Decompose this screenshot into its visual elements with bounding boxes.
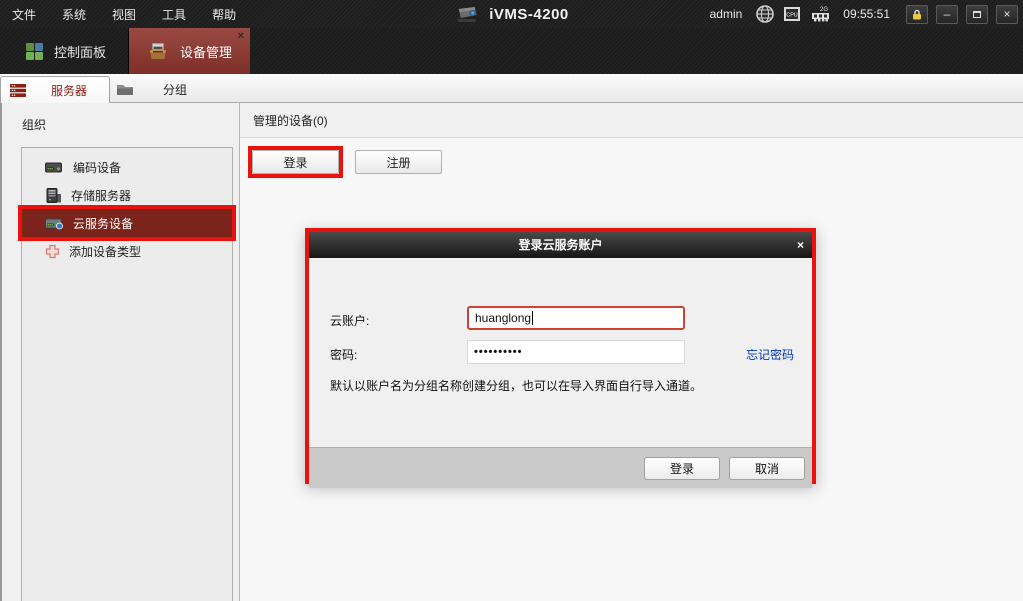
- password-input[interactable]: ••••••••••: [467, 340, 685, 364]
- cloud-account-value: huanglong: [475, 311, 531, 325]
- tab-device-management-label: 设备管理: [180, 42, 232, 61]
- maximize-button[interactable]: [966, 5, 988, 24]
- text-caret: [532, 311, 533, 325]
- tab-device-management[interactable]: 设备管理 ×: [129, 28, 250, 74]
- tab-control-panel-label: 控制面板: [54, 42, 106, 61]
- camera-icon: [454, 5, 480, 23]
- tree-item-label: 存储服务器: [71, 187, 131, 204]
- cloud-account-input[interactable]: huanglong: [467, 306, 685, 330]
- lock-icon: [912, 9, 922, 20]
- server-icon: [9, 83, 27, 98]
- menu-view[interactable]: 视图: [112, 6, 136, 23]
- cpu-usage-icon[interactable]: CPU: [782, 5, 802, 23]
- tab-control-panel[interactable]: 控制面板: [0, 28, 129, 74]
- tab-server-label: 服务器: [51, 82, 87, 99]
- network-globe-icon[interactable]: [756, 5, 774, 23]
- tree-item-add-device-type[interactable]: 添加设备类型: [22, 237, 232, 265]
- organization-panel: 组织 编码设备: [2, 103, 240, 601]
- menu-file[interactable]: 文件: [12, 6, 36, 23]
- svg-text:CPU: CPU: [787, 13, 798, 19]
- menu-tools[interactable]: 工具: [162, 6, 186, 23]
- annotation-box-login: 登录: [248, 146, 343, 178]
- device-management-icon: [147, 40, 169, 62]
- forgot-password-link[interactable]: 忘记密码: [746, 346, 794, 363]
- dialog-title: 登录云服务账户: [518, 238, 602, 252]
- dialog-login-button[interactable]: 登录: [644, 457, 720, 480]
- app-logo-area: iVMS-4200: [454, 5, 569, 23]
- menu-system[interactable]: 系统: [62, 6, 86, 23]
- clock: 09:55:51: [843, 7, 890, 21]
- tree-item-cloud-device[interactable]: 云服务设备: [22, 209, 232, 237]
- cloud-login-button[interactable]: 登录: [252, 150, 339, 174]
- menubar: 文件 系统 视图 工具 帮助: [0, 6, 236, 23]
- tree-item-label: 添加设备类型: [69, 243, 141, 260]
- encoding-device-icon: [45, 161, 64, 174]
- titlebar-status: admin CPU 2G: [710, 5, 1023, 24]
- dialog-close-icon[interactable]: ×: [797, 232, 804, 258]
- password-label: 密码:: [330, 346, 357, 363]
- organization-header: 组织: [2, 103, 239, 133]
- dialog-body: 云账户: huanglong 密码: •••••••••• 忘记密码 默认以账户…: [309, 258, 812, 447]
- tab-close-icon[interactable]: ×: [238, 31, 244, 41]
- cloud-account-label: 云账户:: [330, 312, 369, 329]
- minimize-icon: –: [944, 6, 951, 22]
- device-type-tree: 编码设备 存储服务器: [21, 147, 233, 601]
- folder-icon: [116, 82, 135, 97]
- ram-usage-icon[interactable]: 2G: [810, 5, 831, 23]
- lock-button[interactable]: [906, 5, 928, 24]
- minimize-button[interactable]: –: [936, 5, 958, 24]
- app-window: 文件 系统 视图 工具 帮助 iVMS-4200 admin: [0, 0, 1023, 601]
- svg-text:2G: 2G: [820, 7, 828, 13]
- managed-devices-header: 管理的设备(0): [240, 103, 1023, 138]
- tab-server[interactable]: 服务器: [0, 76, 110, 103]
- close-button[interactable]: ×: [996, 5, 1018, 24]
- tab-group-label: 分组: [163, 81, 187, 98]
- tree-item-label: 云服务设备: [73, 215, 133, 232]
- maximize-icon: [973, 11, 981, 18]
- cloud-device-icon: [45, 217, 64, 230]
- main-tabbar: 控制面板 设备管理 ×: [0, 28, 1023, 74]
- storage-server-icon: [45, 188, 62, 203]
- close-icon: ×: [1003, 6, 1010, 22]
- current-user: admin: [710, 7, 743, 21]
- dialog-titlebar: 登录云服务账户 ×: [309, 232, 812, 258]
- cloud-register-button[interactable]: 注册: [355, 150, 442, 174]
- dialog-footer: 登录 取消: [309, 447, 812, 488]
- tab-group[interactable]: 分组: [112, 76, 242, 103]
- cloud-login-dialog: 登录云服务账户 × 云账户: huanglong 密码: •••••••••• …: [305, 228, 816, 484]
- tree-item-label: 编码设备: [73, 159, 121, 176]
- add-plus-icon: [45, 244, 60, 259]
- password-value: ••••••••••: [474, 346, 523, 358]
- dialog-note: 默认以账户名为分组名称创建分组，也可以在导入界面自行导入通道。: [330, 377, 702, 394]
- tree-item-encoding-device[interactable]: 编码设备: [22, 153, 232, 181]
- menu-help[interactable]: 帮助: [212, 6, 236, 23]
- dialog-cancel-button[interactable]: 取消: [729, 457, 805, 480]
- tree-item-storage-server[interactable]: 存储服务器: [22, 181, 232, 209]
- titlebar: 文件 系统 视图 工具 帮助 iVMS-4200 admin: [0, 0, 1023, 28]
- app-title: iVMS-4200: [489, 6, 569, 23]
- control-panel-icon: [26, 43, 43, 60]
- sub-tabbar: 服务器 分组: [0, 74, 1023, 103]
